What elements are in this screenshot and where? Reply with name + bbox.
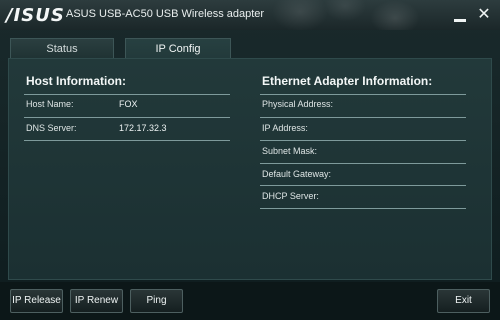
app-window: /ISUS ASUS USB-AC50 USB Wireless adapter…: [0, 0, 500, 320]
physical-address-label: Physical Address:: [262, 99, 334, 109]
ip-address-label: IP Address:: [262, 123, 308, 133]
divider: [260, 117, 466, 118]
host-information-title: Host Information:: [26, 74, 126, 88]
exit-button[interactable]: Exit: [437, 289, 490, 313]
asus-logo: /ISUS: [6, 5, 65, 26]
dhcp-server-label: DHCP Server:: [262, 191, 319, 201]
divider: [24, 94, 230, 95]
ip-release-button[interactable]: IP Release: [10, 289, 63, 313]
ip-config-panel: [8, 58, 492, 280]
dns-server-value: 172.17.32.3: [119, 123, 167, 133]
divider: [260, 185, 466, 186]
divider: [260, 208, 466, 209]
ethernet-information-title: Ethernet Adapter Information:: [262, 74, 433, 88]
tab-status[interactable]: Status: [10, 38, 114, 59]
title-bar: /ISUS ASUS USB-AC50 USB Wireless adapter…: [0, 0, 500, 30]
subnet-mask-label: Subnet Mask:: [262, 146, 318, 156]
divider: [260, 94, 466, 95]
close-icon: ✕: [477, 6, 491, 23]
ping-button[interactable]: Ping: [130, 289, 183, 313]
default-gateway-label: Default Gateway:: [262, 169, 332, 179]
ip-renew-button[interactable]: IP Renew: [70, 289, 123, 313]
window-title: ASUS USB-AC50 USB Wireless adapter: [66, 8, 265, 20]
divider: [260, 140, 466, 141]
tab-ip-config[interactable]: IP Config: [125, 38, 231, 60]
minimize-icon: [454, 18, 466, 22]
divider: [24, 140, 230, 141]
divider: [260, 163, 466, 164]
host-name-label: Host Name:: [26, 99, 74, 109]
divider: [24, 117, 230, 118]
host-name-value: FOX: [119, 99, 138, 109]
minimize-button[interactable]: [448, 4, 472, 26]
dns-server-label: DNS Server:: [26, 123, 77, 133]
close-button[interactable]: ✕: [472, 4, 496, 26]
